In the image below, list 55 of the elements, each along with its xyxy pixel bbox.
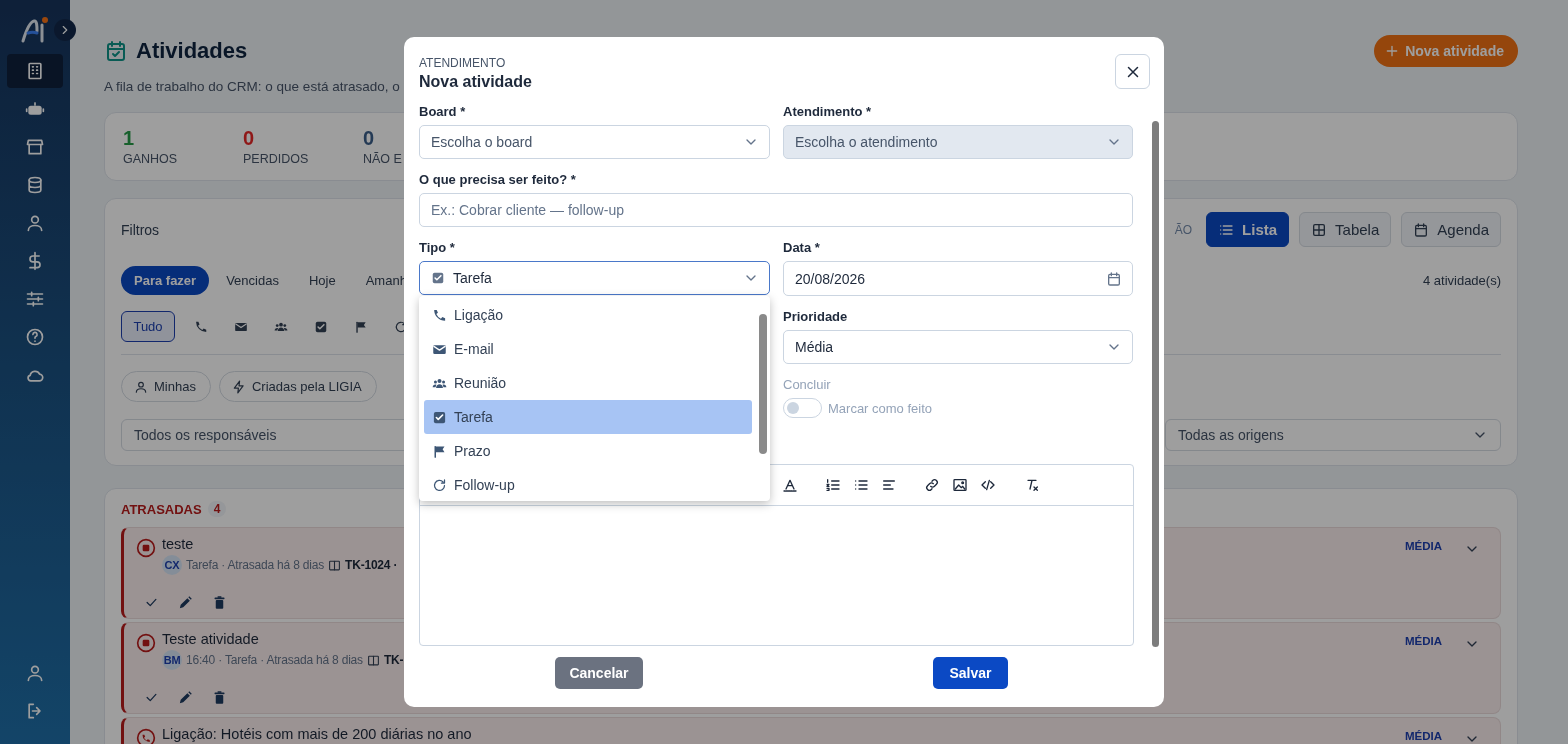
stat-value: 1 <box>123 127 135 149</box>
field-label: O que precisa ser feito? * <box>419 172 577 188</box>
page-subtitle: A fila de trabalho do CRM: o que está atrasado, o <box>104 79 400 94</box>
avatar: BM <box>162 650 182 670</box>
page-title: Atividades <box>136 38 248 64</box>
field-label: Concluir <box>783 377 832 393</box>
dropdown-option[interactable]: Reunião <box>424 366 752 400</box>
activity-meta: 16:40 · Tarefa · Atrasada há 8 dias <box>186 653 363 667</box>
ticket-ref: TK-1024 · <box>345 558 398 572</box>
filter-tab[interactable]: Hoje <box>295 266 349 295</box>
field-label: Prioridade <box>783 309 849 325</box>
activity-count: 4 atividade(s) <box>1422 273 1501 288</box>
dropdown-option[interactable]: Ligação <box>424 298 752 332</box>
modal-eyebrow: ATENDIMENTO <box>419 56 507 70</box>
activity-title: teste <box>162 536 195 552</box>
task-input[interactable]: Ex.: Cobrar cliente — follow-up <box>419 193 1133 227</box>
toggle-label: Marcar como feito <box>828 400 933 416</box>
field-label: Tipo * <box>419 240 456 256</box>
avatar: CX <box>162 555 182 575</box>
section-title: ATRASADAS <box>121 501 202 517</box>
view-tab[interactable]: Agenda <box>1401 212 1501 247</box>
activity-meta: Tarefa · Atrasada há 8 dias <box>186 558 325 572</box>
type-filter-button[interactable]: Tudo <box>121 311 175 342</box>
ticket-ref: TK- <box>383 653 404 667</box>
stat-label: PERDIDOS <box>243 152 309 166</box>
activity-title: Ligação: Hotéis com mais de 200 diárias no ano <box>162 726 472 742</box>
priority-label: MÉDIA <box>1404 730 1442 742</box>
modal-title: Nova atividade <box>419 73 533 91</box>
priority-label: MÉDIA <box>1404 540 1442 552</box>
type-select[interactable]: Tarefa <box>419 261 770 295</box>
dropdown-option[interactable]: Follow-up <box>424 468 752 502</box>
stat-label: NÃO E <box>363 152 402 166</box>
cancel-button[interactable]: Cancelar <box>555 657 643 689</box>
filter-tab[interactable]: Vencidas <box>213 266 292 295</box>
date-input[interactable]: 20/08/2026 <box>783 261 1133 296</box>
field-label: Atendimento * <box>783 104 873 120</box>
dropdown-option[interactable]: E-mail <box>424 332 752 366</box>
count-badge: 4 <box>207 501 227 517</box>
stat-value: 0 <box>363 127 375 149</box>
dropdown-option[interactable]: Tarefa <box>424 400 752 434</box>
board-select[interactable]: Escolha o board <box>419 125 770 159</box>
stat-label: GANHOS <box>123 152 178 166</box>
activity-title: Teste atividade <box>162 631 260 647</box>
view-tab[interactable]: Lista <box>1206 212 1290 247</box>
view-tab[interactable]: Tabela <box>1299 212 1392 247</box>
field-label: Data * <box>783 240 821 256</box>
stat-value: 0 <box>243 127 255 149</box>
save-button[interactable]: Salvar <box>933 657 1008 689</box>
field-label: Board * <box>419 104 467 120</box>
filter-tab[interactable]: Para fazer <box>121 266 210 295</box>
filters-title: Filtros <box>121 221 160 238</box>
priority-select[interactable]: Média <box>783 330 1133 364</box>
origin-select[interactable]: Todas as origens <box>1165 419 1501 451</box>
priority-label: MÉDIA <box>1404 635 1442 647</box>
view-label: ÃO <box>1174 222 1193 237</box>
